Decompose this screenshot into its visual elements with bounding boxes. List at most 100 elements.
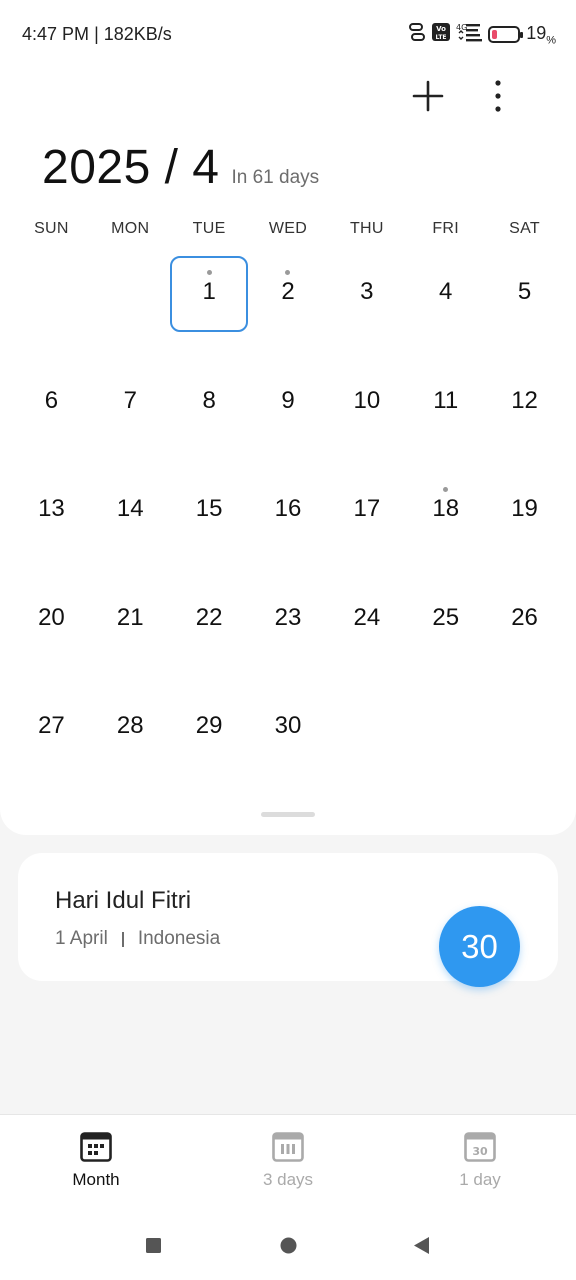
day-cell-9[interactable]: 9 (249, 365, 328, 474)
weekday-fri: FRI (432, 220, 460, 237)
battery-fill (492, 30, 498, 39)
day-number: 9 (281, 386, 295, 414)
day-cell-17[interactable]: 17 (327, 473, 406, 582)
day-cell-28[interactable]: 28 (91, 690, 170, 799)
day-number: 19 (511, 495, 538, 522)
nav-3-days[interactable]: 3 days (192, 1115, 384, 1210)
weekday-sat: SAT (509, 220, 540, 237)
month-header: 2025 / 4 In 61 days (42, 140, 319, 195)
day-cell-5[interactable]: 5 (485, 256, 564, 365)
event-date: 1 April (55, 928, 108, 949)
event-meta: 1 April Indonesia (55, 928, 220, 950)
day-number: 20 (38, 603, 65, 631)
day-number: 13 (38, 495, 65, 522)
day-cell-7[interactable]: 7 (91, 365, 170, 474)
day-number: 26 (511, 603, 538, 631)
system-nav-bar (0, 1210, 576, 1280)
day-cell-21[interactable]: 21 (91, 582, 170, 691)
more-vertical-icon (495, 80, 501, 112)
more-options-button[interactable] (486, 78, 510, 114)
day-cell-19[interactable]: 19 (485, 473, 564, 582)
day-cell-22[interactable]: 22 (170, 582, 249, 691)
recents-button[interactable] (146, 1238, 161, 1258)
day-number: 10 (353, 386, 381, 414)
circle-icon (280, 1237, 297, 1254)
day-number: 2 (281, 278, 295, 305)
day-cell-14[interactable]: 14 (91, 473, 170, 582)
day-cell-23[interactable]: 23 (249, 582, 328, 691)
day-number: 15 (195, 495, 223, 522)
day-cell-6[interactable]: 6 (12, 365, 91, 474)
status-left: 4:47 PM | 182KB/s (22, 24, 172, 45)
day-cell-20[interactable]: 20 (12, 582, 91, 691)
event-dot (443, 487, 449, 492)
nav-label-month: Month (72, 1170, 120, 1189)
day-number: 12 (511, 386, 538, 414)
drag-handle[interactable] (261, 812, 315, 817)
day-cell-11[interactable]: 11 (406, 365, 485, 474)
nav-month[interactable]: Month (0, 1115, 192, 1210)
month-title[interactable]: 2025 / 4 (42, 140, 219, 195)
day-cell-15[interactable]: 15 (170, 473, 249, 582)
today-button[interactable]: 30 (439, 906, 520, 987)
three-days-icon (272, 1132, 304, 1162)
nav-1-day[interactable]: 30 1 day (384, 1115, 576, 1210)
day-cell-10[interactable]: 10 (327, 365, 406, 474)
day-cell-1[interactable]: 1 (170, 256, 249, 365)
home-button[interactable] (280, 1237, 297, 1259)
day-cell-3[interactable]: 3 (327, 256, 406, 365)
day-cell-24[interactable]: 24 (327, 582, 406, 691)
day-number: 17 (353, 495, 381, 522)
nav-label-1-day: 1 day (459, 1170, 501, 1189)
weekday-mon: MON (111, 220, 150, 237)
day-number: 27 (38, 712, 65, 739)
day-number: 25 (432, 603, 460, 631)
status-separator: | (94, 24, 99, 44)
day-number: 16 (274, 495, 302, 522)
status-right: Vo LTE 4G 19% (408, 22, 556, 47)
day-cell-16[interactable]: 16 (249, 473, 328, 582)
day-cell-8[interactable]: 8 (170, 365, 249, 474)
volte-icon: Vo LTE (432, 22, 451, 47)
event-dot (285, 270, 291, 275)
day-cell-29[interactable]: 29 (170, 690, 249, 799)
triangle-back-icon (414, 1237, 429, 1254)
day-number: 21 (116, 603, 144, 631)
bottom-nav: Month 3 days 30 1 day (0, 1114, 576, 1210)
day-cell-2[interactable]: 2 (249, 256, 328, 365)
event-dot (206, 270, 212, 275)
back-button[interactable] (414, 1237, 429, 1259)
day-number: 28 (116, 712, 144, 739)
event-title: Hari Idul Fitri (55, 887, 192, 914)
weekday-sun: SUN (34, 220, 69, 237)
day-number: 30 (274, 712, 302, 739)
day-cell-12[interactable]: 12 (485, 365, 564, 474)
month-grid-icon (80, 1132, 112, 1162)
add-event-button[interactable] (410, 78, 446, 114)
day-cell-4[interactable]: 4 (406, 256, 485, 365)
day-number: 14 (116, 495, 144, 522)
day-cell-26[interactable]: 26 (485, 582, 564, 691)
day-number: 8 (202, 386, 216, 414)
one-day-icon: 30 (464, 1132, 496, 1162)
event-region: Indonesia (137, 928, 221, 949)
day-cell-27[interactable]: 27 (12, 690, 91, 799)
link-icon (408, 22, 426, 47)
day-cell-18[interactable]: 18 (406, 473, 485, 582)
day-cell-13[interactable]: 13 (12, 473, 91, 582)
square-icon (146, 1238, 161, 1253)
toolbar (376, 70, 576, 130)
status-time: 4:47 PM (22, 24, 90, 44)
day-number: 4 (439, 278, 453, 305)
day-number: 18 (432, 495, 460, 522)
day-number: 11 (433, 386, 459, 414)
battery-percent-value: 19 (526, 22, 547, 43)
day-cell-25[interactable]: 25 (406, 582, 485, 691)
battery-icon (488, 26, 524, 43)
weekday-row: SUN MON TUE WED THU FRI SAT (12, 220, 564, 238)
day-number: 6 (44, 386, 59, 414)
day-cell-30[interactable]: 30 (249, 690, 328, 799)
weekday-wed: WED (268, 220, 308, 237)
battery-percent: 19% (526, 23, 556, 47)
calendar-card: 2025 / 4 In 61 days SUN MON TUE WED THU … (0, 70, 576, 835)
